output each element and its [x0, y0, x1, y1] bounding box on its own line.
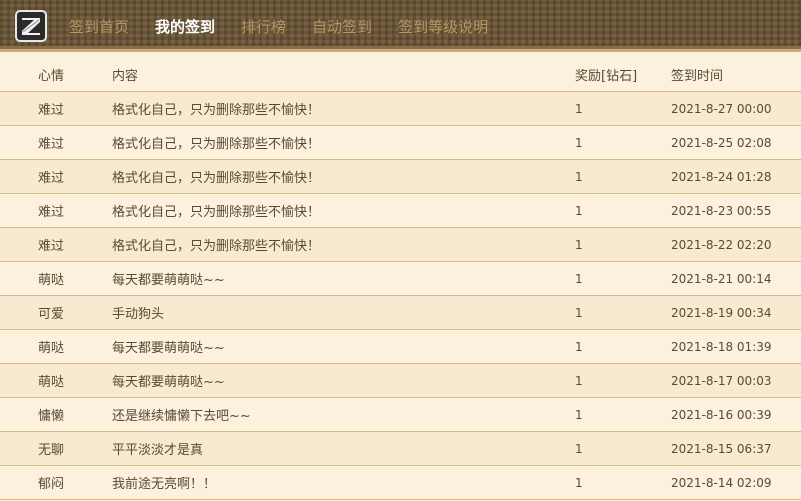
- time-cell: 2021-8-22 02:20: [671, 227, 801, 262]
- table-row: 萌哒 每天都要萌萌哒~~ 1 2021-8-17 00:03: [0, 363, 801, 398]
- main-nav: 签到首页 我的签到 排行榜 自动签到 签到等级说明: [56, 0, 501, 52]
- content-cell: 我前途无亮啊！！: [112, 465, 575, 500]
- reward-cell: 1: [575, 125, 671, 160]
- table-row: 萌哒 每天都要萌萌哒~~ 1 2021-8-21 00:14: [0, 261, 801, 296]
- reward-cell: 1: [575, 227, 671, 262]
- mood-cell: 萌哒: [0, 363, 112, 398]
- header-time: 签到时间: [671, 58, 801, 92]
- content-cell: 还是继续慵懒下去吧~~: [112, 397, 575, 432]
- mood-cell: 萌哒: [0, 329, 112, 364]
- table-row: 可爱 手动狗头 1 2021-8-19 00:34: [0, 295, 801, 330]
- reward-cell: 1: [575, 397, 671, 432]
- time-cell: 2021-8-25 02:08: [671, 125, 801, 160]
- header-content: 内容: [112, 58, 575, 92]
- nav-item-signin-home[interactable]: 签到首页: [69, 16, 129, 37]
- table-row: 难过 格式化自己，只为删除那些不愉快！ 1 2021-8-27 00:00: [0, 91, 801, 126]
- table-row: 无聊 平平淡淡才是真 1 2021-8-15 06:37: [0, 431, 801, 466]
- signin-history-table: 心情 内容 奖励[钻石] 签到时间 难过 格式化自己，只为删除那些不愉快！ 1 202…: [0, 58, 801, 500]
- table-row: 萌哒 每天都要萌萌哒~~ 1 2021-8-18 01:39: [0, 329, 801, 364]
- nav-item-auto-signin[interactable]: 自动签到: [312, 16, 372, 37]
- table-header-row: 心情 内容 奖励[钻石] 签到时间: [0, 58, 801, 92]
- reward-cell: 1: [575, 363, 671, 398]
- mood-cell: 慵懒: [0, 397, 112, 432]
- nav-item-leaderboard[interactable]: 排行榜: [241, 16, 286, 37]
- reward-cell: 1: [575, 329, 671, 364]
- table-row: 难过 格式化自己，只为删除那些不愉快！ 1 2021-8-22 02:20: [0, 227, 801, 262]
- site-logo-icon[interactable]: [15, 10, 47, 42]
- time-cell: 2021-8-15 06:37: [671, 431, 801, 466]
- mood-cell: 可爱: [0, 295, 112, 330]
- content-cell: 格式化自己，只为删除那些不愉快！: [112, 125, 575, 160]
- content-cell: 格式化自己，只为删除那些不愉快！: [112, 193, 575, 228]
- time-cell: 2021-8-21 00:14: [671, 261, 801, 296]
- table-row: 难过 格式化自己，只为删除那些不愉快！ 1 2021-8-23 00:55: [0, 193, 801, 228]
- mood-cell: 难过: [0, 91, 112, 126]
- content-cell: 每天都要萌萌哒~~: [112, 363, 575, 398]
- reward-cell: 1: [575, 159, 671, 194]
- mood-cell: 郁闷: [0, 465, 112, 500]
- time-cell: 2021-8-19 00:34: [671, 295, 801, 330]
- mood-cell: 无聊: [0, 431, 112, 466]
- header-reward: 奖励[钻石]: [575, 58, 671, 92]
- table-row: 慵懒 还是继续慵懒下去吧~~ 1 2021-8-16 00:39: [0, 397, 801, 432]
- time-cell: 2021-8-16 00:39: [671, 397, 801, 432]
- time-cell: 2021-8-18 01:39: [671, 329, 801, 364]
- reward-cell: 1: [575, 261, 671, 296]
- content-cell: 格式化自己，只为删除那些不愉快！: [112, 227, 575, 262]
- content-cell: 格式化自己，只为删除那些不愉快！: [112, 159, 575, 194]
- mood-cell: 难过: [0, 193, 112, 228]
- table-row: 难过 格式化自己，只为删除那些不愉快！ 1 2021-8-24 01:28: [0, 159, 801, 194]
- content-cell: 手动狗头: [112, 295, 575, 330]
- reward-cell: 1: [575, 193, 671, 228]
- content-cell: 平平淡淡才是真: [112, 431, 575, 466]
- header-mood: 心情: [0, 58, 112, 92]
- reward-cell: 1: [575, 295, 671, 330]
- nav-item-level-info[interactable]: 签到等级说明: [398, 16, 488, 37]
- mood-cell: 难过: [0, 227, 112, 262]
- content-cell: 每天都要萌萌哒~~: [112, 261, 575, 296]
- time-cell: 2021-8-14 02:09: [671, 465, 801, 500]
- nav-item-my-signins[interactable]: 我的签到: [155, 16, 215, 37]
- time-cell: 2021-8-17 00:03: [671, 363, 801, 398]
- content-cell: 格式化自己，只为删除那些不愉快！: [112, 91, 575, 126]
- reward-cell: 1: [575, 465, 671, 500]
- content-cell: 每天都要萌萌哒~~: [112, 329, 575, 364]
- time-cell: 2021-8-24 01:28: [671, 159, 801, 194]
- time-cell: 2021-8-27 00:00: [671, 91, 801, 126]
- time-cell: 2021-8-23 00:55: [671, 193, 801, 228]
- mood-cell: 萌哒: [0, 261, 112, 296]
- table-row: 难过 格式化自己，只为删除那些不愉快！ 1 2021-8-25 02:08: [0, 125, 801, 160]
- mood-cell: 难过: [0, 125, 112, 160]
- reward-cell: 1: [575, 431, 671, 466]
- reward-cell: 1: [575, 91, 671, 126]
- mood-cell: 难过: [0, 159, 112, 194]
- top-navigation-bar: 签到首页 我的签到 排行榜 自动签到 签到等级说明: [0, 0, 801, 52]
- table-row: 郁闷 我前途无亮啊！！ 1 2021-8-14 02:09: [0, 465, 801, 500]
